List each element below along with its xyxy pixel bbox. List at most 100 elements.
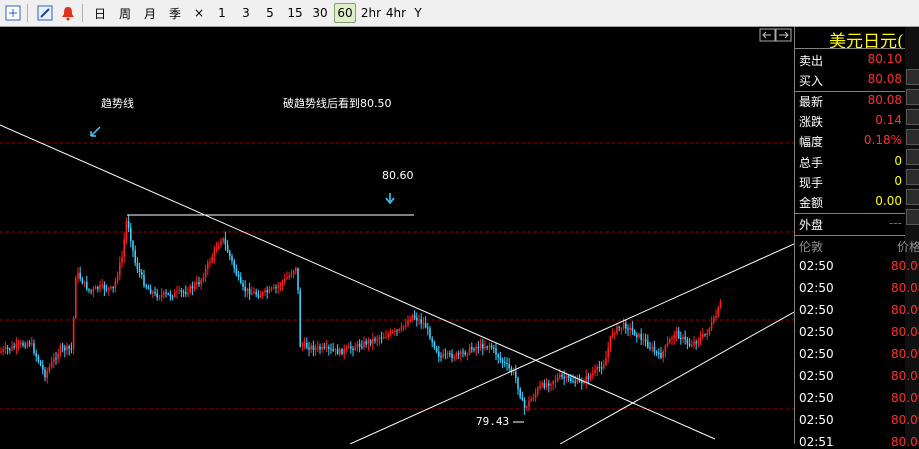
candle-body: [433, 342, 436, 348]
chart-edit-icon[interactable]: [3, 3, 23, 23]
candle-body: [594, 369, 596, 374]
candle-body: [622, 323, 625, 329]
candle-body: [380, 337, 383, 339]
candle-body: [125, 221, 128, 240]
candle-body: [336, 349, 339, 354]
candle-body: [521, 397, 524, 401]
tick-price: 80.08: [891, 435, 919, 449]
candle-body: [541, 383, 543, 386]
candle-body: [671, 338, 673, 340]
candle-body: [596, 366, 598, 370]
candle-body: [141, 272, 143, 275]
candle-body: [198, 282, 200, 285]
candle-body: [655, 351, 658, 353]
quote-row-sell: 卖出 80.10: [795, 50, 919, 70]
candle-body: [356, 343, 359, 348]
draw-pen-icon[interactable]: [35, 3, 55, 23]
candle-body: [372, 338, 374, 344]
candle-body: [638, 333, 640, 337]
candle-body: [629, 327, 631, 330]
candle-body: [39, 361, 42, 365]
candle-body: [103, 284, 106, 290]
candle-body: [598, 366, 601, 368]
quote-label: 外盘: [799, 218, 824, 232]
candle-body: [59, 346, 62, 354]
period-4hr[interactable]: 4hr: [385, 4, 407, 22]
period-15min[interactable]: 15: [286, 4, 304, 22]
period-month[interactable]: 月: [141, 3, 159, 24]
candle-body: [240, 276, 242, 283]
candle-body: [618, 326, 620, 329]
candle-body: [28, 343, 31, 345]
candle-body: [543, 383, 546, 388]
candle-body: [442, 354, 444, 357]
panel-divider: [795, 235, 905, 236]
candle-body: [306, 343, 308, 348]
candle-body: [196, 282, 198, 285]
period-30min[interactable]: 30: [311, 4, 329, 22]
candle-body: [449, 353, 451, 355]
trendline-label: 趋势线: [101, 97, 134, 110]
period-close[interactable]: ×: [191, 4, 207, 22]
candle-body: [358, 343, 361, 347]
candle-body: [119, 262, 121, 276]
candle-body: [383, 337, 385, 338]
chart-toolbar: 日 周 月 季 × 1 3 5 15 30 60 2hr 4hr Y: [0, 0, 919, 27]
candle-body: [486, 346, 488, 348]
candle-body: [275, 287, 277, 289]
candle-body: [345, 347, 348, 349]
candle-body: [127, 221, 130, 228]
period-day[interactable]: 日: [91, 3, 109, 24]
candle-body: [270, 288, 273, 290]
candle-body: [649, 347, 651, 349]
candle-body: [413, 315, 416, 318]
candle-body: [86, 281, 88, 290]
candle-body: [114, 280, 117, 289]
candle-body: [233, 260, 235, 269]
period-quarter[interactable]: 季: [166, 3, 184, 24]
candlestick-chart[interactable]: 趋势线 破趋势线后看到80.50 80.60 79.43: [0, 27, 795, 445]
period-year[interactable]: Y: [412, 4, 424, 22]
candle-body: [242, 282, 244, 287]
candle-body: [717, 307, 719, 317]
candle-body: [200, 279, 202, 285]
period-2hr[interactable]: 2hr: [360, 4, 382, 22]
candle-body: [609, 336, 612, 348]
candle-body: [563, 376, 565, 379]
candle-body: [545, 383, 548, 388]
candle-body: [653, 347, 656, 352]
candle-body: [248, 288, 251, 295]
period-5min[interactable]: 5: [263, 4, 277, 22]
quote-value: 80.08: [867, 72, 902, 86]
period-3min[interactable]: 3: [239, 4, 253, 22]
candle-body: [354, 347, 356, 351]
candle-body: [394, 330, 396, 332]
quote-row-current: 现手 0: [795, 172, 919, 192]
candle-body: [143, 275, 145, 286]
tick-time: 02:50: [799, 325, 834, 339]
period-1min[interactable]: 1: [215, 4, 229, 22]
period-60min[interactable]: 60: [334, 3, 356, 23]
candle-body: [416, 317, 418, 321]
candle-body: [77, 272, 79, 279]
candle-body: [165, 292, 167, 294]
candle-body: [42, 365, 44, 370]
candle-body: [33, 343, 35, 354]
candle-body: [288, 275, 290, 278]
candle-body: [20, 343, 22, 345]
quote-panel: 美元日元( 卖出 80.10 买入 80.08 最新 80.08 涨跌 0.14…: [794, 27, 919, 449]
candle-body: [719, 301, 722, 308]
candle-body: [314, 347, 317, 351]
candle-body: [90, 290, 92, 292]
candle-body: [149, 288, 152, 294]
tick-price: 80.08: [891, 281, 919, 295]
candle-body: [499, 357, 502, 360]
candle-body: [169, 294, 172, 297]
tick-time: 02:50: [799, 281, 834, 295]
chart-nav-buttons: [759, 28, 792, 42]
alarm-bell-icon[interactable]: [58, 3, 78, 23]
candle-body: [523, 400, 526, 408]
candle-body: [64, 347, 66, 351]
period-week[interactable]: 周: [116, 3, 134, 24]
candle-body: [431, 338, 433, 343]
